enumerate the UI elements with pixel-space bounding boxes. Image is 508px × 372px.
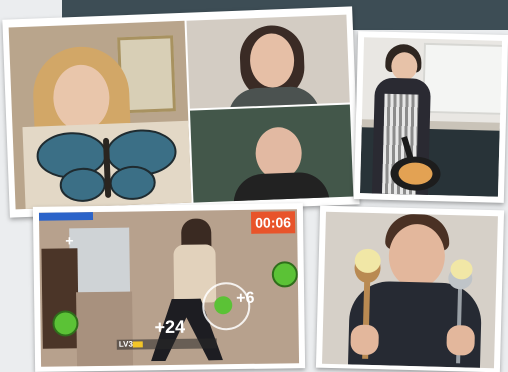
call-tile-woman-with-butterfly [8,20,192,210]
level-label: LV3 [118,339,133,349]
kitchen-pancake-photo [353,31,508,203]
timer-badge: 00:06 [250,211,296,234]
call-tile-smiling-woman [186,14,350,109]
score-left-text: + [65,232,74,249]
room-window [69,227,131,299]
score-right-text: +6 [236,289,255,308]
kitchen-scene [359,37,503,197]
call-tile-young-man [189,104,354,203]
boy-with-spoons-photo [315,205,505,372]
level-progress-fill [132,341,143,348]
person-face [390,51,418,81]
timer-text: 00:06 [255,214,292,231]
boy-hand-right [446,324,476,356]
boy-face [388,223,446,289]
butterfly-image [36,129,177,202]
top-left-blue-bar [38,212,94,221]
armchair [76,291,134,367]
game-scene: 00:06 + +6 +24 LV3 [38,209,300,367]
window [422,42,503,115]
person-shoulders [232,171,330,203]
boy-scene [322,211,498,369]
video-call-collage-photo [2,6,360,218]
butterfly-craft-card [22,120,192,210]
right-target-dot [271,261,299,288]
dance-game-photo: 00:06 + +6 +24 LV3 [32,203,306,372]
boy-hand-left [350,324,380,356]
score-center-text: +24 [154,316,186,338]
